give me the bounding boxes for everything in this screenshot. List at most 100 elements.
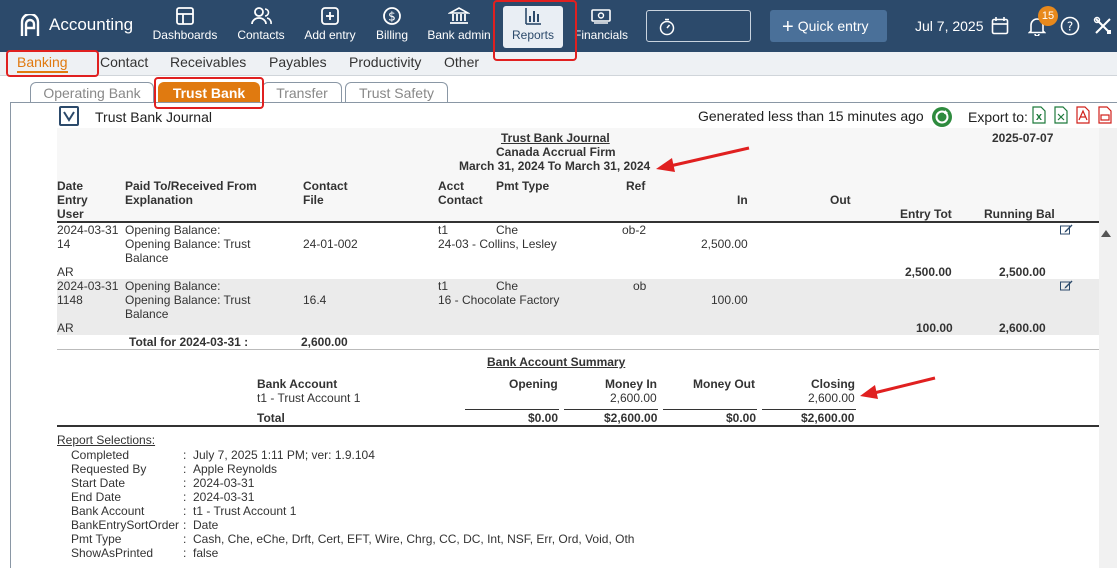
timer-button[interactable]	[646, 10, 751, 42]
summary-col-opening: Opening	[509, 377, 558, 391]
nav-financials[interactable]: Financials	[572, 6, 630, 48]
annotation-arrow-icon	[656, 146, 750, 172]
edit-icon[interactable]	[1060, 280, 1073, 291]
summary-total-closing: $2,600.00	[801, 411, 855, 425]
summary-col-money-in: Money In	[605, 377, 658, 391]
row-running-bal: 2,500.00	[999, 265, 1046, 279]
selection-key: ShowAsPrinted	[71, 546, 154, 560]
selections-title: Report Selections:	[57, 433, 156, 447]
summary-divider	[57, 425, 1099, 427]
summary-closing: 2,600.00	[808, 391, 855, 405]
subnav-productivity[interactable]: Productivity	[349, 54, 421, 70]
excel-export-icon[interactable]: X	[1032, 106, 1046, 124]
summary-underline	[465, 409, 559, 410]
col-in: In	[737, 193, 748, 207]
selection-value: 2024-03-31	[193, 490, 255, 504]
selection-colon: :	[183, 518, 187, 532]
col-date: Date	[57, 179, 84, 193]
scroll-up-icon[interactable]	[1101, 229, 1111, 237]
csv-export-icon[interactable]	[1054, 106, 1068, 124]
col-running-bal: Running Bal	[984, 207, 1055, 221]
row-ref: ob	[633, 279, 647, 293]
selection-value: Apple Reynolds	[193, 462, 278, 476]
nav-billing[interactable]: $ Billing	[372, 6, 412, 48]
pdf-export-icon[interactable]	[1076, 106, 1090, 124]
selection-key: Bank Account	[71, 504, 145, 518]
col-acct: Acct	[438, 179, 465, 193]
col-contact: Contact	[303, 179, 348, 193]
row-pmt-type: Che	[496, 223, 519, 237]
selection-colon: :	[183, 532, 187, 546]
collapse-toggle[interactable]	[59, 106, 79, 126]
current-date: Jul 7, 2025	[915, 18, 984, 34]
selection-colon: :	[183, 504, 187, 518]
col-entry: Entry	[57, 193, 88, 207]
nav-contacts[interactable]: Contacts	[234, 6, 288, 48]
selection-value: false	[193, 546, 219, 560]
report-name: Trust Bank Journal	[95, 109, 212, 125]
summary-title: Bank Account Summary	[487, 355, 626, 369]
selection-value: July 7, 2025 1:11 PM; ver: 1.9.104	[193, 448, 375, 462]
dollar-icon: $	[383, 7, 401, 25]
selection-key: BankEntrySortOrder	[71, 518, 180, 532]
selection-key: End Date	[71, 490, 122, 504]
selection-value: Date	[193, 518, 219, 532]
app-title: Accounting	[49, 15, 134, 34]
row-paid-to: Opening Balance:	[125, 223, 221, 237]
refresh-icon[interactable]	[931, 106, 953, 128]
nav-bank-admin[interactable]: Bank admin	[426, 6, 492, 48]
tab-operating-bank[interactable]: Operating Bank	[30, 82, 154, 103]
row-explanation-cont: Balance	[125, 251, 169, 265]
contacts-icon	[251, 7, 272, 25]
chevron-down-icon	[63, 111, 75, 122]
tab-trust-safety[interactable]: Trust Safety	[345, 82, 448, 103]
col-paid-to: Paid To/Received From	[125, 179, 257, 193]
plus-icon: +	[782, 16, 794, 38]
tab-transfer[interactable]: Transfer	[262, 82, 342, 103]
report-title: Trust Bank Journal	[501, 131, 610, 145]
quick-entry-button[interactable]: + Quick entry	[770, 10, 887, 42]
row-paid-to: Opening Balance:	[125, 279, 221, 293]
tools-icon[interactable]	[1093, 16, 1113, 36]
daily-total-label: Total for 2024-03-31 :	[129, 335, 249, 349]
row-acct-contact: 24-03 - Collins, Lesley	[438, 237, 557, 251]
subnav-contact[interactable]: Contact	[100, 54, 148, 70]
selection-key: Requested By	[71, 462, 147, 476]
row-entry: 1148	[57, 293, 83, 307]
col-entry-tot: Entry Tot	[900, 207, 952, 221]
row-user: AR	[57, 265, 74, 279]
subnav-receivables[interactable]: Receivables	[170, 54, 246, 70]
help-icon[interactable]: ?	[1060, 16, 1080, 36]
summary-total-opening: $0.00	[528, 411, 559, 425]
row-date: 2024-03-31	[57, 223, 119, 237]
calendar-icon[interactable]	[991, 16, 1009, 36]
summary-underline	[663, 409, 757, 410]
report-period: March 31, 2024 To March 31, 2024	[459, 159, 651, 173]
row-entry-tot: 100.00	[916, 321, 953, 335]
pdf-print-icon[interactable]	[1098, 106, 1112, 124]
row-entry-tot: 2,500.00	[905, 265, 952, 279]
summary-col-account: Bank Account	[257, 377, 338, 391]
row-user: AR	[57, 321, 74, 335]
nav-add-entry[interactable]: Add entry	[302, 6, 358, 48]
row-in: 100.00	[711, 293, 748, 307]
row-in: 2,500.00	[701, 237, 748, 251]
selection-colon: :	[183, 448, 187, 462]
financials-icon	[591, 9, 611, 24]
selection-value: t1 - Trust Account 1	[193, 504, 297, 518]
subnav-other[interactable]: Other	[444, 54, 479, 70]
selection-colon: :	[183, 490, 187, 504]
svg-text:X: X	[1036, 113, 1043, 122]
annotation-highlight-banking	[6, 50, 99, 77]
col-file: File	[303, 193, 324, 207]
total-divider	[57, 349, 1099, 350]
row-ref: ob-2	[622, 223, 647, 237]
daily-total-value: 2,600.00	[301, 335, 348, 349]
app-logo-icon[interactable]	[20, 14, 40, 38]
add-entry-icon	[321, 7, 339, 25]
vertical-scrollbar[interactable]	[1099, 128, 1117, 568]
edit-icon[interactable]	[1060, 224, 1073, 235]
subnav-payables[interactable]: Payables	[269, 54, 327, 70]
summary-total-money-out: $0.00	[726, 411, 757, 425]
nav-dashboards[interactable]: Dashboards	[152, 6, 218, 48]
